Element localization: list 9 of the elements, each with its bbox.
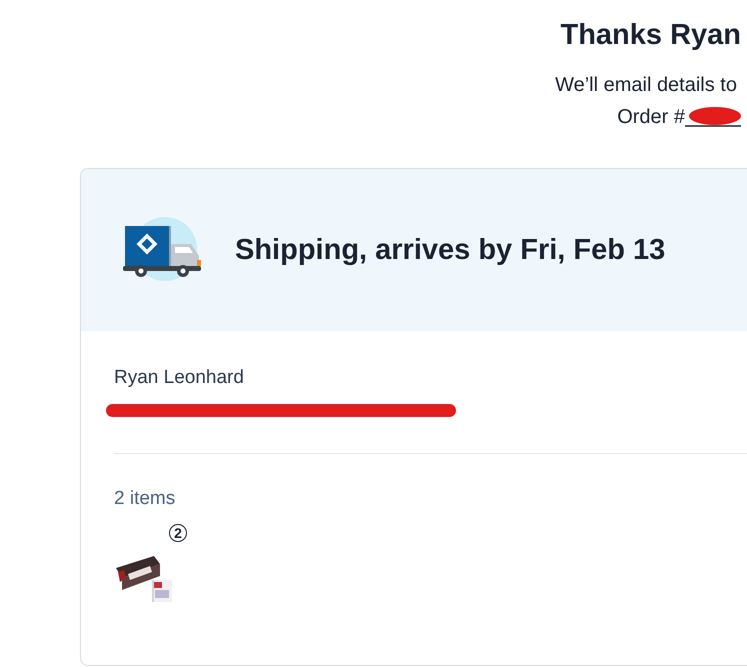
order-label: Order # — [617, 105, 685, 129]
shipping-title: Shipping, arrives by Fri, Feb 13 — [235, 234, 666, 266]
recipient-name: Ryan Leonhard — [114, 367, 245, 389]
quantity-badge: 2 — [169, 524, 187, 542]
item-count: 2 items — [114, 488, 176, 510]
thank-you-heading: Thanks Ryan — [560, 18, 741, 53]
truck-icon — [123, 216, 203, 284]
redaction-mark — [685, 106, 741, 128]
email-message: We’ll email details to — [555, 73, 737, 97]
